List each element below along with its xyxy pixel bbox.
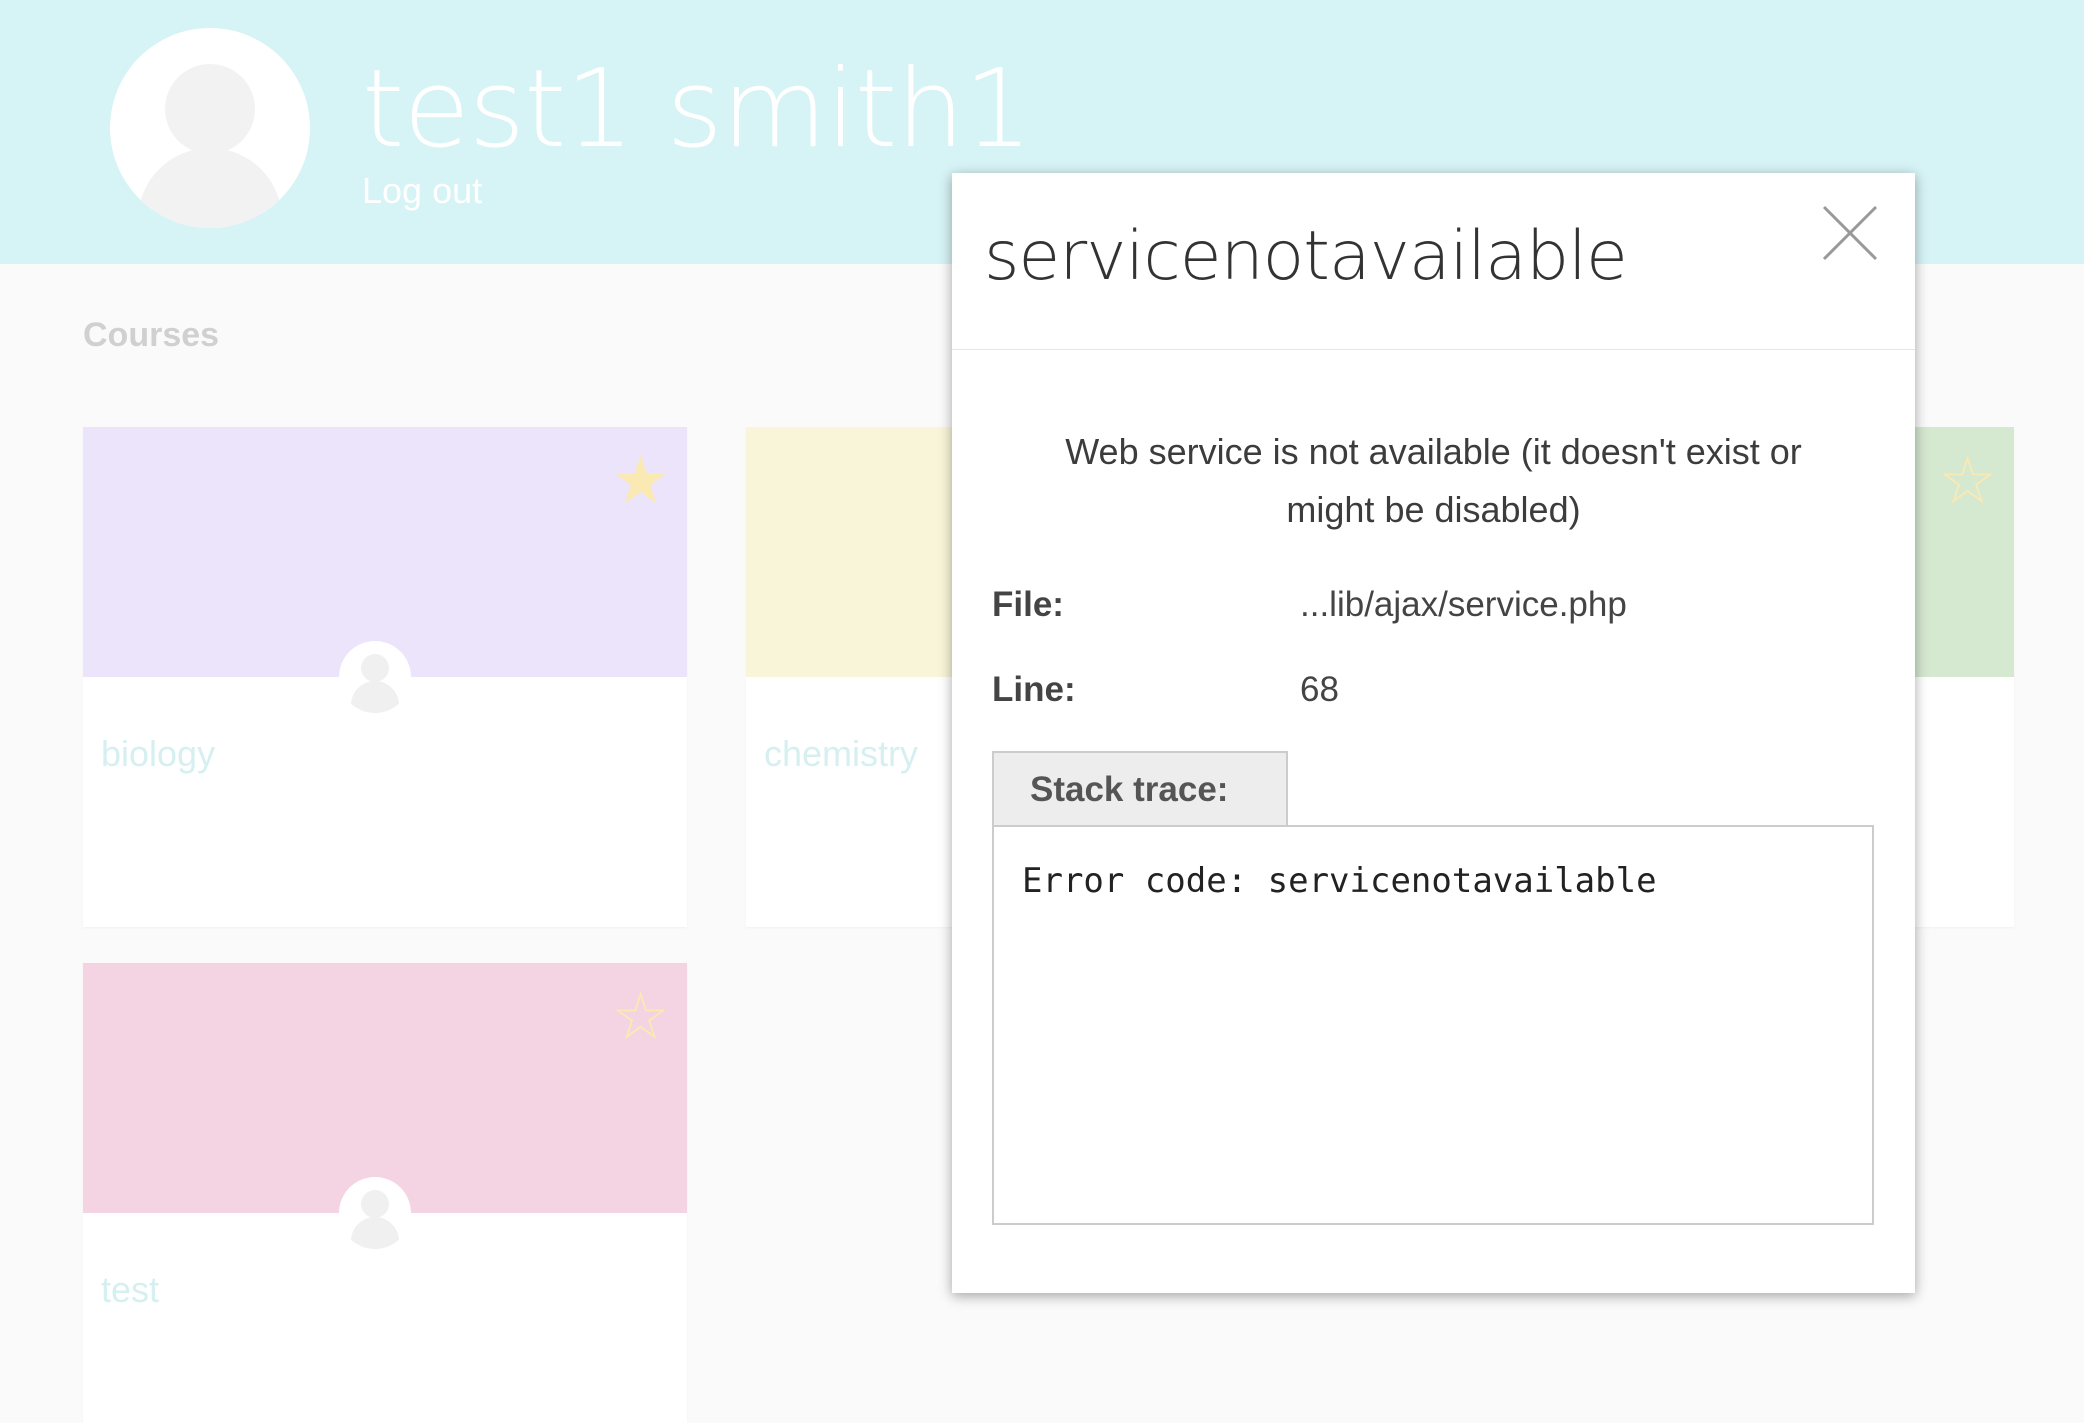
course-banner [83, 427, 687, 677]
line-value: 68 [1300, 670, 1339, 709]
teacher-avatar [339, 1177, 411, 1249]
dialog-title: servicenotavailable [984, 217, 1628, 296]
close-icon[interactable] [1820, 203, 1880, 263]
file-value: ...lib/ajax/service.php [1300, 585, 1627, 624]
stack-trace-box[interactable]: Error code: servicenotavailable [992, 825, 1874, 1225]
star-filled-icon[interactable]: ★ [611, 447, 670, 513]
course-name[interactable]: biology [101, 733, 215, 775]
logout-link[interactable]: Log out [362, 170, 482, 212]
course-card-test[interactable]: ☆ test [83, 963, 687, 1423]
avatar-shoulders-shape [138, 148, 282, 228]
course-name[interactable]: test [101, 1269, 159, 1311]
line-label: Line: [992, 670, 1076, 709]
courses-heading: Courses [83, 316, 220, 354]
user-avatar[interactable] [110, 28, 310, 228]
avatar-head-shape [165, 64, 255, 154]
teacher-avatar [339, 641, 411, 713]
file-label: File: [992, 585, 1064, 624]
dialog-divider [952, 349, 1915, 350]
error-message: Web service is not available (it doesn't… [1065, 431, 1802, 530]
course-card-biology[interactable]: ★ biology [83, 427, 687, 927]
course-banner [83, 963, 687, 1213]
stack-trace-tab[interactable]: Stack trace: [992, 751, 1288, 825]
star-outline-icon[interactable]: ☆ [611, 983, 670, 1049]
stack-trace-text: Error code: servicenotavailable [1022, 861, 1657, 901]
star-outline-icon[interactable]: ☆ [1938, 447, 1997, 513]
user-full-name: test1 smith1 [362, 47, 1032, 172]
course-name[interactable]: chemistry [764, 733, 918, 775]
error-dialog: servicenotavailable Web service is not a… [952, 173, 1915, 1293]
